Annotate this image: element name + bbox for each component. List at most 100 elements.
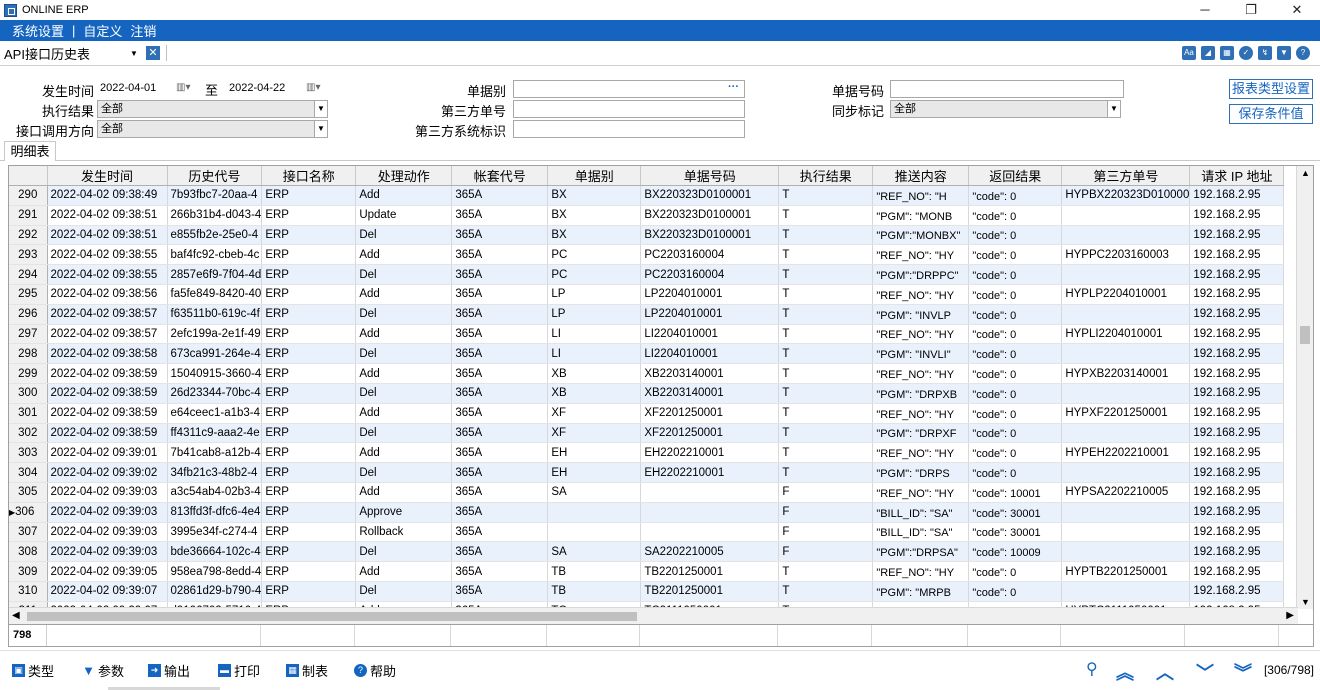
table-cell[interactable]: [1061, 581, 1191, 602]
table-cell[interactable]: 192.168.2.95: [1189, 462, 1285, 483]
table-cell[interactable]: [547, 502, 642, 523]
column-header[interactable]: 接口名称: [261, 166, 357, 186]
table-cell[interactable]: 365A: [451, 462, 549, 483]
table-cell[interactable]: Add: [355, 284, 453, 305]
calendar-picker-icon[interactable]: ▥▾: [176, 82, 190, 93]
table-cell[interactable]: Approve: [355, 502, 453, 523]
text-size-icon[interactable]: Aa: [1182, 46, 1196, 60]
table-row[interactable]: 292 2022-04-02 09:38:51 e855fb2e-25e0-4 ERP…: [9, 225, 1285, 246]
save-icon[interactable]: ▼: [1277, 46, 1291, 60]
table-cell[interactable]: Del: [355, 383, 453, 404]
table-cell[interactable]: 365A: [451, 264, 549, 285]
table-cell[interactable]: T: [778, 264, 874, 285]
table-cell[interactable]: EH2202210001: [640, 462, 780, 483]
table-cell[interactable]: T: [778, 462, 874, 483]
table-cell[interactable]: "PGM": "DRPXB: [872, 383, 970, 404]
table-cell[interactable]: T: [778, 244, 874, 266]
table-cell[interactable]: 2022-04-02 09:39:03: [47, 482, 168, 503]
table-cell[interactable]: HYPLP2204010001: [1061, 284, 1191, 305]
table-cell[interactable]: 365A: [451, 442, 549, 464]
table-cell[interactable]: "PGM": "INVLI": [872, 343, 970, 365]
table-cell[interactable]: Add: [355, 244, 453, 266]
maximize-button[interactable]: ❐: [1228, 0, 1274, 20]
table-cell[interactable]: [1061, 383, 1191, 404]
table-cell[interactable]: 2022-04-02 09:38:59: [47, 403, 168, 424]
table-row[interactable]: 291 2022-04-02 09:38:51 266b31b4-d043-4 ERP…: [9, 205, 1285, 226]
table-cell[interactable]: [1061, 343, 1191, 365]
table-cell[interactable]: 192.168.2.95: [1189, 383, 1285, 404]
column-header[interactable]: 请求 IP 地址: [1189, 166, 1285, 186]
table-cell[interactable]: 673ca991-264e-4: [167, 343, 263, 365]
table-cell[interactable]: LI2204010001: [640, 343, 780, 365]
third-no-input[interactable]: [513, 100, 745, 118]
table-cell[interactable]: EH: [547, 442, 642, 464]
column-header[interactable]: 单据号码: [640, 166, 780, 186]
table-row[interactable]: 308 2022-04-02 09:39:03 bde36664-102c-4 ERP…: [9, 541, 1285, 563]
sync-select[interactable]: 全部: [890, 100, 1108, 118]
table-cell[interactable]: F: [778, 541, 874, 563]
table-cell[interactable]: XF: [547, 403, 642, 424]
table-cell[interactable]: 192.168.2.95: [1189, 423, 1285, 444]
table-cell[interactable]: TB2201250001: [640, 581, 780, 602]
table-cell[interactable]: 192.168.2.95: [1189, 363, 1285, 384]
table-cell[interactable]: [1061, 541, 1191, 563]
table-cell[interactable]: Add: [355, 442, 453, 464]
table-cell[interactable]: [1061, 423, 1191, 444]
table-row[interactable]: 302 2022-04-02 09:38:59 ff4311c9-aaa2-4e ER…: [9, 423, 1285, 444]
table-cell[interactable]: 192.168.2.95: [1189, 324, 1285, 345]
table-row[interactable]: 294 2022-04-02 09:38:55 2857e6f9-7f04-4d ER…: [9, 264, 1285, 285]
column-header[interactable]: 单据别: [547, 166, 642, 186]
table-cell[interactable]: 2022-04-02 09:39:03: [47, 541, 168, 563]
close-form-icon[interactable]: ✕: [145, 46, 160, 60]
table-cell[interactable]: T: [778, 304, 874, 325]
table-cell[interactable]: 02861d29-b790-4: [167, 581, 263, 602]
table-row[interactable]: 301 2022-04-02 09:38:59 e64ceec1-a1b3-4 ERP…: [9, 403, 1285, 424]
direction-select[interactable]: 全部: [97, 120, 315, 138]
table-cell[interactable]: 2022-04-02 09:38:59: [47, 423, 168, 444]
table-cell[interactable]: PC: [547, 264, 642, 285]
table-cell[interactable]: "BILL_ID": "SA": [872, 502, 970, 523]
table-cell[interactable]: 3995e34f-c274-4: [167, 522, 263, 543]
table-cell[interactable]: 2efc199a-2e1f-49: [167, 324, 263, 345]
row-number[interactable]: 294: [9, 264, 48, 285]
table-cell[interactable]: T: [778, 225, 874, 246]
table-cell[interactable]: HYPXF2201250001: [1061, 403, 1191, 424]
table-cell[interactable]: 2022-04-02 09:39:07: [47, 581, 168, 602]
row-number[interactable]: 310: [9, 581, 48, 602]
table-cell[interactable]: "code": 0: [968, 561, 1063, 582]
table-cell[interactable]: Del: [355, 264, 453, 285]
table-cell[interactable]: "code": 0: [968, 363, 1063, 384]
table-cell[interactable]: LP: [547, 284, 642, 305]
table-cell[interactable]: XF2201250001: [640, 403, 780, 424]
table-cell[interactable]: ERP: [261, 383, 357, 404]
third-sys-input[interactable]: [513, 120, 745, 138]
table-cell[interactable]: T: [778, 205, 874, 226]
table-cell[interactable]: "REF_NO": "HY: [872, 244, 970, 266]
table-cell[interactable]: ERP: [261, 343, 357, 365]
table-cell[interactable]: "code": 0: [968, 185, 1063, 206]
table-cell[interactable]: 365A: [451, 304, 549, 325]
table-cell[interactable]: "code": 0: [968, 264, 1063, 285]
table-row[interactable]: 300 2022-04-02 09:38:59 26d23344-70bc-4 ERP…: [9, 383, 1285, 404]
table-cell[interactable]: 2022-04-02 09:38:57: [47, 324, 168, 345]
table-cell[interactable]: 192.168.2.95: [1189, 541, 1285, 563]
table-cell[interactable]: ERP: [261, 462, 357, 483]
table-cell[interactable]: "code": 0: [968, 244, 1063, 266]
table-cell[interactable]: ERP: [261, 185, 357, 206]
table-cell[interactable]: BX: [547, 225, 642, 246]
form-selector[interactable]: API接口历史表: [4, 44, 124, 63]
table-row[interactable]: 297 2022-04-02 09:38:57 2efc199a-2e1f-49 ER…: [9, 324, 1285, 345]
table-cell[interactable]: 192.168.2.95: [1189, 561, 1285, 582]
table-cell[interactable]: F: [778, 482, 874, 503]
table-cell[interactable]: Del: [355, 423, 453, 444]
table-cell[interactable]: 2022-04-02 09:39:02: [47, 462, 168, 483]
doc-no-input[interactable]: [890, 80, 1124, 98]
table-cell[interactable]: ERP: [261, 304, 357, 325]
horizontal-scrollbar[interactable]: ◀ ▶: [9, 607, 1298, 624]
table-cell[interactable]: ERP: [261, 324, 357, 345]
table-cell[interactable]: F: [778, 522, 874, 543]
table-cell[interactable]: BX: [547, 205, 642, 226]
column-header[interactable]: 发生时间: [47, 166, 168, 186]
table-cell[interactable]: [1061, 304, 1191, 325]
column-header[interactable]: 执行结果: [778, 166, 874, 186]
